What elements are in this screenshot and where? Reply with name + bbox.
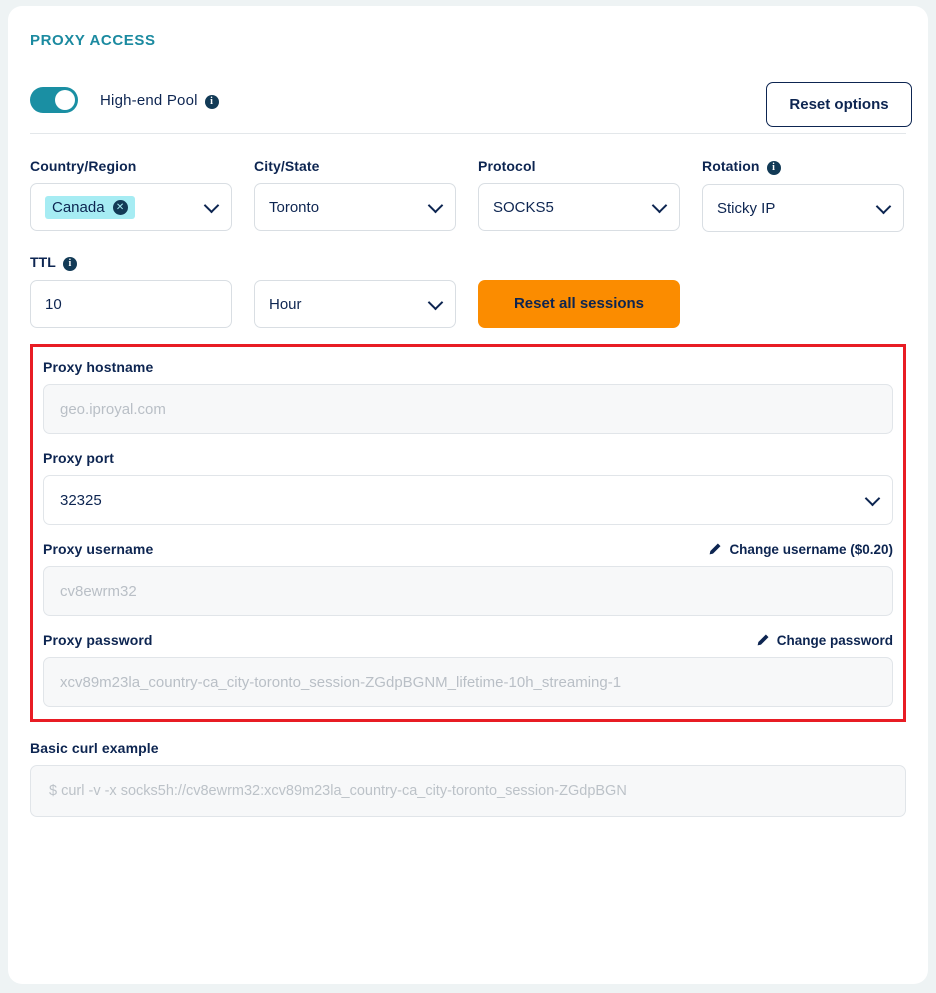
curl-example-section: Basic curl example $ curl -v -x socks5h:… <box>30 740 906 817</box>
chevron-down-icon <box>203 197 220 214</box>
filter-protocol: Protocol SOCKS5 <box>478 158 680 232</box>
proxy-username-head: Proxy username Change username ($0.20) <box>43 541 893 557</box>
filter-rotation: Rotation i Sticky IP <box>702 158 904 232</box>
pencil-icon <box>707 542 722 557</box>
ttl-section: TTL i Hour Reset all sessions <box>30 254 906 328</box>
proxy-password-input[interactable]: xcv89m23la_country-ca_city-toronto_sessi… <box>43 657 893 707</box>
country-select[interactable]: Canada ✕ <box>30 183 232 231</box>
chevron-down-icon <box>864 490 881 507</box>
filter-city: City/State Toronto <box>254 158 456 232</box>
rotation-value: Sticky IP <box>717 199 776 217</box>
proxy-password-label: Proxy password <box>43 632 153 648</box>
ttl-input[interactable] <box>30 280 232 328</box>
ttl-grid: Hour Reset all sessions <box>30 280 906 328</box>
change-username-label: Change username ($0.20) <box>729 541 893 557</box>
ttl-label-wrap: TTL i <box>30 254 906 271</box>
proxy-password-row: Proxy password Change password xcv89m23l… <box>43 632 893 707</box>
proxy-port-value: 32325 <box>60 491 102 509</box>
proxy-hostname-label: Proxy hostname <box>43 359 154 375</box>
reset-options-button[interactable]: Reset options <box>766 82 912 127</box>
proxy-hostname-input[interactable]: geo.iproyal.com <box>43 384 893 434</box>
info-icon[interactable]: i <box>204 94 219 109</box>
close-icon[interactable]: ✕ <box>112 199 128 215</box>
proxy-port-label: Proxy port <box>43 450 115 466</box>
city-label: City/State <box>254 158 320 174</box>
rotation-label-wrap: Rotation i <box>702 158 904 175</box>
toggle-knob <box>55 90 75 110</box>
proxy-username-label: Proxy username <box>43 541 154 557</box>
info-icon[interactable]: i <box>766 161 781 175</box>
proxy-hostname-row: Proxy hostname geo.iproyal.com <box>43 359 893 434</box>
protocol-value: SOCKS5 <box>493 198 554 216</box>
country-chip-label: Canada <box>52 198 105 216</box>
country-chip: Canada ✕ <box>45 195 135 219</box>
change-password-button[interactable]: Change password <box>755 633 893 648</box>
ttl-label: TTL <box>30 254 56 270</box>
protocol-label: Protocol <box>478 158 536 174</box>
protocol-select[interactable]: SOCKS5 <box>478 183 680 231</box>
proxy-port-row: Proxy port 32325 <box>43 450 893 525</box>
reset-all-sessions-button[interactable]: Reset all sessions <box>478 280 680 328</box>
proxy-port-select[interactable]: 32325 <box>43 475 893 525</box>
chevron-down-icon <box>651 197 668 214</box>
change-username-button[interactable]: Change username ($0.20) <box>707 542 893 557</box>
chevron-down-icon <box>427 294 444 311</box>
proxy-username-row: Proxy username Change username ($0.20) c… <box>43 541 893 616</box>
city-select[interactable]: Toronto <box>254 183 456 231</box>
proxy-username-input[interactable]: cv8ewrm32 <box>43 566 893 616</box>
rotation-label: Rotation <box>702 158 760 174</box>
chevron-down-icon <box>427 197 444 214</box>
pencil-icon <box>755 633 770 648</box>
country-label: Country/Region <box>30 158 137 174</box>
proxy-password-head: Proxy password Change password <box>43 632 893 648</box>
high-end-pool-toggle[interactable] <box>30 87 78 113</box>
rotation-select[interactable]: Sticky IP <box>702 184 904 232</box>
city-value: Toronto <box>269 198 320 216</box>
high-end-pool-label: High-end Pool <box>100 91 198 109</box>
chevron-down-icon <box>875 198 892 215</box>
ttl-unit-value: Hour <box>269 295 302 313</box>
page-title: PROXY ACCESS <box>30 32 156 49</box>
proxy-access-card: PROXY ACCESS High-end Pool i Reset option… <box>8 6 928 984</box>
credentials-highlight-block: Proxy hostname geo.iproyal.com Proxy por… <box>30 344 906 722</box>
high-end-pool-label-wrap: High-end Pool i <box>100 92 219 109</box>
curl-example-label: Basic curl example <box>30 740 159 756</box>
change-password-label: Change password <box>776 632 893 648</box>
ttl-unit-select[interactable]: Hour <box>254 280 456 328</box>
header-divider <box>30 133 906 134</box>
filters-grid: Country/Region Canada ✕ City/State Toront… <box>30 158 906 232</box>
info-icon[interactable]: i <box>62 257 77 271</box>
filter-country: Country/Region Canada ✕ <box>30 158 232 232</box>
curl-example-input[interactable]: $ curl -v -x socks5h://cv8ewrm32:xcv89m2… <box>30 765 906 817</box>
